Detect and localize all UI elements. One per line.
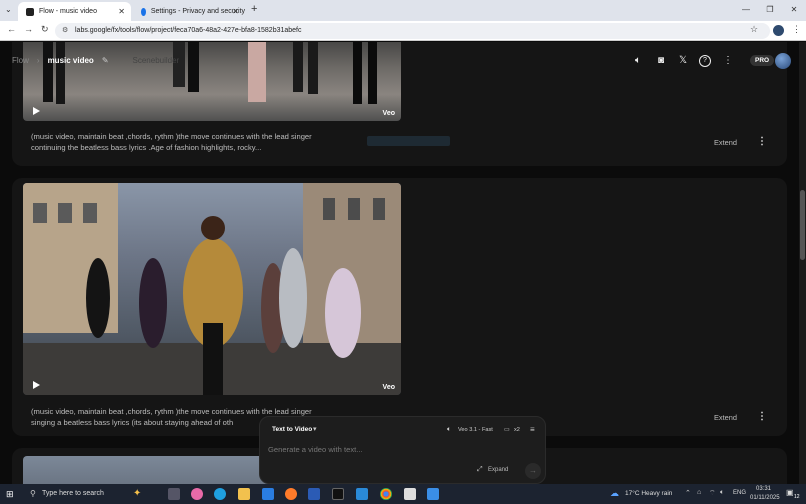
scrollbar[interactable] bbox=[799, 42, 806, 484]
site-info-icon[interactable]: ⚙ bbox=[62, 23, 68, 39]
veo-badge: Veo bbox=[382, 110, 395, 117]
search-icon[interactable]: ⚲ bbox=[30, 489, 36, 498]
close-window-icon[interactable]: ✕ bbox=[782, 0, 806, 21]
play-icon[interactable] bbox=[33, 381, 40, 389]
clip-card: Veo (music video, maintain beat ,chords,… bbox=[12, 178, 787, 436]
bookmark-star-icon[interactable]: ☆ bbox=[750, 24, 758, 35]
clock-time[interactable]: 03:31 bbox=[756, 486, 771, 492]
terminal-icon[interactable] bbox=[332, 488, 344, 500]
veo-badge: Veo bbox=[382, 384, 395, 391]
active-app-icon[interactable] bbox=[427, 488, 439, 500]
flow-page: Veo (music video, maintain beat ,chords,… bbox=[0, 42, 806, 484]
app-icon[interactable] bbox=[404, 488, 416, 500]
app-header: Flow › music video ✎ Scenebuilder 🔈︎ ◙ 𝕏… bbox=[0, 42, 806, 80]
volume-icon[interactable]: 🔈︎ bbox=[720, 489, 724, 497]
weather-icon: ☁ bbox=[610, 488, 619, 498]
vscode-icon[interactable] bbox=[356, 488, 368, 500]
network-icon[interactable]: ⌂ bbox=[697, 489, 701, 496]
copilot-icon[interactable]: ✦ bbox=[133, 488, 141, 499]
address-bar[interactable]: ⚙ labs.google/fx/tools/flow/project/feca… bbox=[55, 23, 770, 39]
clock-date[interactable]: 01/11/2025 bbox=[750, 495, 780, 501]
scenebuilder-link[interactable]: Scenebuilder bbox=[133, 56, 180, 65]
tab-search-icon[interactable]: ⌄ bbox=[5, 5, 12, 14]
tab-title: Flow - music video bbox=[39, 8, 97, 15]
window-controls: — ❐ ✕ bbox=[734, 0, 806, 21]
prompt-composer: Text to Video ▾ 🔈︎ Veo 3.1 - Fast ▭ x2 ≡… bbox=[259, 416, 546, 484]
browser-toolbar: ← → ↻ ⚙ labs.google/fx/tools/flow/projec… bbox=[0, 21, 806, 41]
prompt-text: (music video, maintain beat ,chords, ryt… bbox=[31, 132, 312, 152]
language-indicator[interactable]: ENG bbox=[733, 490, 746, 496]
chrome-icon[interactable] bbox=[380, 488, 392, 500]
taskbar-search[interactable]: Type here to search bbox=[42, 490, 104, 497]
model-icon: 🔈︎ bbox=[447, 426, 452, 433]
browser-menu-icon[interactable]: ⋮ bbox=[792, 24, 801, 35]
breadcrumb-root[interactable]: Flow bbox=[12, 56, 29, 65]
firefox-icon[interactable] bbox=[285, 488, 297, 500]
tab-settings[interactable]: Settings - Privacy and security ✕ bbox=[133, 2, 245, 21]
notification-icon[interactable]: ▣ bbox=[786, 488, 794, 497]
edit-icon[interactable]: ✎ bbox=[102, 56, 109, 65]
profile-avatar[interactable] bbox=[773, 25, 784, 36]
tab-strip: ⌄ Flow - music video ✕ Settings - Privac… bbox=[0, 0, 806, 21]
more-options-icon[interactable]: ⋮ bbox=[757, 411, 767, 422]
x-icon[interactable]: 𝕏 bbox=[677, 55, 689, 67]
aspect-icon: ▭ bbox=[504, 427, 510, 433]
notification-count: 12 bbox=[794, 494, 800, 500]
new-tab-button[interactable]: + bbox=[251, 3, 257, 15]
video-thumbnail[interactable]: Veo bbox=[23, 183, 401, 395]
url-text: labs.google/fx/tools/flow/project/feca70… bbox=[75, 27, 302, 34]
prompt-input[interactable]: Generate a video with text... bbox=[268, 445, 363, 454]
gear-icon bbox=[141, 7, 146, 16]
breadcrumb: Flow › music video ✎ Scenebuilder bbox=[12, 56, 179, 65]
help-icon[interactable]: ? bbox=[699, 55, 711, 67]
chevron-right-icon: › bbox=[36, 56, 40, 65]
edge-icon[interactable] bbox=[214, 488, 226, 500]
tab-title: Settings - Privacy and security bbox=[150, 8, 245, 15]
windows-start-icon[interactable]: ⊞ bbox=[6, 489, 14, 500]
file-explorer-icon[interactable] bbox=[238, 488, 250, 500]
submit-arrow-icon[interactable]: → bbox=[525, 463, 541, 479]
play-icon[interactable] bbox=[33, 107, 40, 115]
project-title[interactable]: music video bbox=[48, 56, 94, 65]
extend-button[interactable]: Extend bbox=[714, 413, 737, 422]
mode-selector[interactable]: Text to Video bbox=[272, 426, 312, 433]
forward-icon[interactable]: → bbox=[24, 24, 33, 34]
maximize-icon[interactable]: ❐ bbox=[758, 0, 782, 21]
close-icon[interactable]: ✕ bbox=[118, 7, 125, 16]
task-view-icon[interactable] bbox=[168, 488, 180, 500]
chevron-down-icon[interactable]: ▾ bbox=[313, 425, 317, 433]
speaker-icon[interactable]: 🔈︎ bbox=[632, 55, 644, 67]
more-vert-icon[interactable]: ⋮ bbox=[722, 55, 734, 67]
discord-icon[interactable]: ◙ bbox=[655, 55, 667, 67]
flow-favicon-icon bbox=[26, 7, 34, 16]
expand-button[interactable]: Expand bbox=[488, 467, 508, 473]
word-icon[interactable] bbox=[308, 488, 320, 500]
street-illustration bbox=[23, 183, 401, 395]
minimize-icon[interactable]: — bbox=[734, 0, 758, 21]
reload-icon[interactable]: ↻ bbox=[41, 24, 49, 35]
progress-bar bbox=[367, 136, 450, 146]
close-icon[interactable]: ✕ bbox=[232, 7, 239, 16]
expand-icon: ⤢ bbox=[477, 466, 483, 473]
extend-button[interactable]: Extend bbox=[714, 138, 737, 147]
wifi-icon[interactable]: ⌔ bbox=[709, 489, 716, 498]
copilot-app-icon[interactable] bbox=[191, 488, 203, 500]
tray-chevron-icon[interactable]: ⌃ bbox=[685, 489, 691, 497]
settings-sliders-icon[interactable]: ≡ bbox=[530, 425, 535, 434]
model-selector[interactable]: Veo 3.1 - Fast bbox=[458, 427, 493, 433]
back-icon[interactable]: ← bbox=[7, 24, 16, 34]
tab-flow[interactable]: Flow - music video ✕ bbox=[18, 2, 131, 21]
weather-text[interactable]: 17°C Heavy rain bbox=[625, 490, 672, 497]
avatar[interactable] bbox=[775, 53, 791, 69]
taskbar: ⊞ ⚲ Type here to search ✦ ☁ 17°C Heavy r… bbox=[0, 484, 806, 504]
outlook-icon[interactable] bbox=[262, 488, 274, 500]
scrollbar-thumb[interactable] bbox=[800, 190, 805, 260]
output-count[interactable]: x2 bbox=[514, 427, 520, 433]
more-options-icon[interactable]: ⋮ bbox=[757, 136, 767, 147]
pro-badge: PRO bbox=[750, 55, 775, 66]
